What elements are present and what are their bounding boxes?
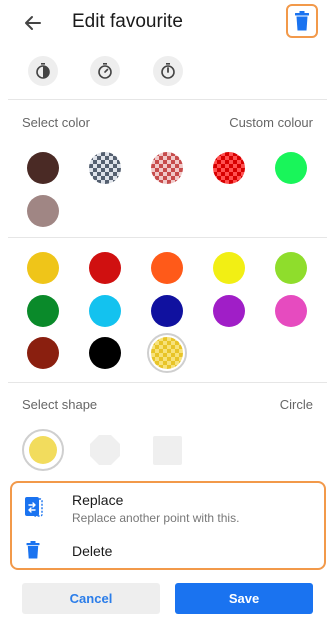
- cancel-button[interactable]: Cancel: [22, 583, 160, 614]
- palette-color-swatch[interactable]: [89, 337, 121, 369]
- shape-option-square[interactable]: [153, 436, 182, 465]
- top-bar: Edit favourite: [0, 0, 335, 46]
- palette-color-swatch[interactable]: [213, 252, 245, 284]
- page-title: Edit favourite: [72, 11, 183, 32]
- palette-color-swatch[interactable]: [213, 295, 245, 327]
- delete-button[interactable]: [286, 4, 318, 38]
- replace-subtitle: Replace another point with this.: [72, 511, 240, 525]
- custom-color-swatch[interactable]: [151, 152, 183, 184]
- shape-option-octagon[interactable]: [90, 435, 120, 465]
- custom-color-swatch[interactable]: [213, 152, 245, 184]
- custom-colour-label[interactable]: Custom colour: [229, 115, 313, 130]
- trash-icon: [26, 541, 40, 559]
- delete-menu-item[interactable]: Delete: [12, 533, 324, 569]
- palette-color-swatch[interactable]: [275, 295, 307, 327]
- back-button[interactable]: [20, 10, 46, 36]
- trash-icon: [295, 11, 309, 31]
- circle-shape-icon: [29, 436, 57, 464]
- custom-color-swatch[interactable]: [27, 152, 59, 184]
- palette-color-swatch[interactable]: [151, 252, 183, 284]
- replace-point-icon: [25, 497, 43, 517]
- palette-color-swatch[interactable]: [275, 252, 307, 284]
- palette-color-swatch[interactable]: [27, 252, 59, 284]
- color-section-label: Select color: [22, 115, 90, 130]
- custom-color-swatch[interactable]: [89, 152, 121, 184]
- custom-color-swatch[interactable]: [275, 152, 307, 184]
- replace-title: Replace: [72, 492, 124, 508]
- palette-color-swatch[interactable]: [89, 252, 121, 284]
- divider: [8, 99, 327, 100]
- arrow-left-icon: [25, 16, 41, 30]
- selected-color-ring[interactable]: [147, 333, 187, 373]
- icon-option-2[interactable]: [90, 56, 120, 86]
- selected-color-swatch: [151, 337, 183, 369]
- stopwatch-icon: [98, 63, 112, 79]
- palette-color-swatch[interactable]: [151, 295, 183, 327]
- palette-color-swatch[interactable]: [27, 295, 59, 327]
- custom-color-swatch[interactable]: [27, 195, 59, 227]
- action-sheet: Replace Replace another point with this.…: [10, 481, 326, 570]
- icon-selector-row: [0, 56, 335, 88]
- icon-option-1[interactable]: [28, 56, 58, 86]
- timer-icon: [161, 63, 175, 79]
- timer-icon: [36, 63, 50, 79]
- delete-title: Delete: [72, 543, 113, 559]
- shape-section-label: Select shape: [22, 397, 98, 412]
- save-button[interactable]: Save: [175, 583, 313, 614]
- divider: [8, 237, 327, 238]
- selected-shape-label: Circle: [279, 397, 313, 412]
- palette-color-swatch[interactable]: [27, 337, 59, 369]
- shape-option-circle[interactable]: [22, 429, 64, 471]
- replace-menu-item[interactable]: Replace Replace another point with this.: [12, 483, 324, 531]
- palette-color-swatch[interactable]: [89, 295, 121, 327]
- divider: [8, 382, 327, 383]
- icon-option-3[interactable]: [153, 56, 183, 86]
